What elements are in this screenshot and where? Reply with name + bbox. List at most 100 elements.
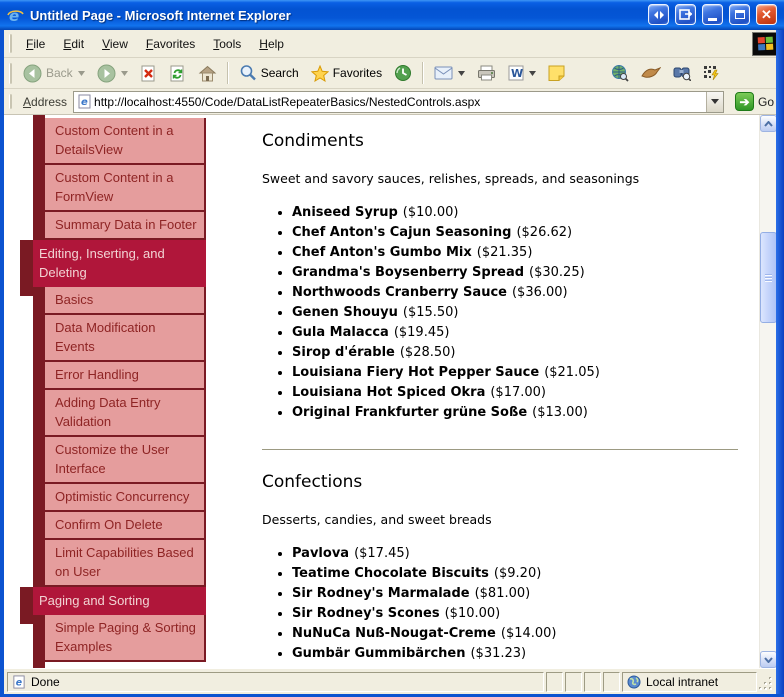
print-button[interactable] [471, 62, 502, 84]
edit-with-word-button[interactable]: W [502, 62, 542, 84]
category-content: Condiments Sweet and savory sauces, reli… [262, 115, 738, 664]
status-bar: e Done Local intranet [4, 668, 776, 694]
edit-dropdown-icon [529, 70, 537, 76]
sidebar-section-header[interactable]: Editing, Inserting, and Deleting [20, 240, 206, 296]
toolbar-grip[interactable] [9, 62, 12, 84]
menu-help[interactable]: Help [250, 33, 293, 55]
product-list: Aniseed Syrup($10.00) Chef Anton's Cajun… [262, 203, 738, 423]
home-button[interactable] [192, 62, 223, 85]
zone-text: Local intranet [646, 674, 719, 689]
find-binoculars-button[interactable] [667, 62, 697, 84]
menu-bar: File Edit View Favorites Tools Help [0, 30, 784, 58]
sidebar-item[interactable]: Optimistic Concurrency [45, 484, 206, 512]
mail-button[interactable] [428, 63, 471, 83]
chevron-up-icon [764, 120, 773, 127]
security-zone-pane: Local intranet [622, 671, 757, 692]
address-input[interactable] [92, 92, 706, 111]
menu-file[interactable]: File [17, 33, 54, 55]
toolbar-grip[interactable] [9, 34, 12, 53]
minimize-icon [708, 18, 717, 21]
forward-button[interactable] [91, 61, 134, 86]
back-dropdown-icon [77, 70, 85, 76]
list-item: NuNuCa Nuß-Nougat-Creme($14.00) [292, 624, 738, 644]
sidebar-item[interactable]: Customize the User Interface [45, 437, 206, 484]
history-icon [395, 65, 412, 81]
lesson-navigation-sidebar: Custom Content in a DetailsView Custom C… [20, 118, 206, 662]
animal-icon [641, 67, 662, 78]
scroll-up-button[interactable] [760, 115, 777, 132]
go-button[interactable]: ➔ Go [730, 92, 779, 111]
menu-view[interactable]: View [93, 33, 137, 55]
minimize-button[interactable] [702, 4, 723, 25]
status-pane [546, 671, 563, 692]
list-item: Genen Shouyu($15.50) [292, 303, 738, 323]
close-button[interactable]: ✕ [756, 4, 777, 25]
forward-dropdown-icon [120, 70, 128, 76]
toolbar-grip[interactable] [9, 94, 12, 109]
resize-grip[interactable] [759, 674, 773, 692]
list-item: Grandma's Boysenberry Spread($30.25) [292, 263, 738, 283]
list-item: Louisiana Hot Spiced Okra($17.00) [292, 383, 738, 403]
svg-text:e: e [16, 677, 22, 688]
sidebar-item[interactable]: Data Modification Events [45, 315, 206, 362]
toolbar-separator [422, 62, 425, 84]
refresh-icon [170, 65, 184, 81]
pan-arrows-button[interactable] [648, 4, 669, 25]
addon-animal-button[interactable] [635, 63, 667, 83]
list-item: Northwoods Cranberry Sauce($36.00) [292, 283, 738, 303]
menu-favorites[interactable]: Favorites [137, 33, 204, 55]
standard-buttons-toolbar: Back Search Favorites W [0, 58, 784, 89]
scroll-down-button[interactable] [760, 651, 777, 668]
refresh-button[interactable] [163, 62, 192, 85]
status-pane [603, 671, 620, 692]
favorites-button[interactable]: Favorites [305, 62, 388, 85]
home-icon [198, 65, 217, 81]
vertical-scrollbar[interactable] [759, 115, 777, 668]
list-item: Pavlova($17.45) [292, 544, 738, 564]
menu-tools[interactable]: Tools [204, 33, 250, 55]
page-favicon: e [78, 94, 91, 109]
maximize-icon [734, 10, 745, 19]
binoculars-icon [673, 67, 692, 81]
sidebar-item[interactable]: Confirm On Delete [45, 512, 206, 540]
messenger-qr-button[interactable] [697, 62, 725, 84]
address-dropdown-button[interactable] [705, 91, 723, 112]
maximize-button[interactable] [729, 4, 750, 25]
search-label: Search [260, 66, 299, 80]
mail-icon [434, 66, 453, 80]
history-button[interactable] [388, 61, 418, 85]
stop-icon [141, 65, 155, 81]
window-title: Untitled Page - Microsoft Internet Explo… [30, 7, 291, 23]
section-divider [262, 449, 738, 450]
back-button[interactable]: Back [17, 61, 91, 86]
window-export-button[interactable] [675, 4, 696, 25]
list-item: Aniseed Syrup($10.00) [292, 203, 738, 223]
list-item: Sir Rodney's Marmalade($81.00) [292, 584, 738, 604]
window-border-right [776, 30, 784, 697]
svg-text:e: e [81, 97, 88, 108]
sidebar-item[interactable]: Simple Paging & Sorting Examples [45, 615, 206, 662]
sidebar-item[interactable]: Limit Capabilities Based on User [45, 540, 206, 587]
sidebar-item[interactable]: Adding Data Entry Validation [45, 390, 206, 437]
windows-logo-throbber [752, 31, 778, 56]
back-label: Back [46, 66, 73, 80]
favorites-star-icon [310, 64, 329, 82]
search-button[interactable]: Search [233, 61, 305, 85]
menu-edit[interactable]: Edit [54, 33, 93, 55]
list-item: Original Frankfurter grüne Soße($13.00) [292, 403, 738, 423]
status-message-pane: e Done [7, 671, 544, 692]
sidebar-item[interactable]: Custom Content in a FormView [45, 165, 206, 212]
stop-button[interactable] [134, 62, 163, 85]
sidebar-item[interactable]: Summary Data in Footer [45, 212, 206, 240]
research-globe-button[interactable] [605, 61, 635, 85]
sidebar-item[interactable]: Error Handling [45, 362, 206, 390]
product-list: Pavlova($17.45) Teatime Chocolate Biscui… [262, 544, 738, 664]
title-bar[interactable]: e Untitled Page - Microsoft Internet Exp… [0, 0, 784, 30]
sidebar-item[interactable]: Custom Content in a DetailsView [45, 118, 206, 165]
sidebar-section-header[interactable]: Paging and Sorting [20, 587, 206, 624]
notes-button[interactable] [542, 62, 571, 84]
search-icon [240, 65, 256, 81]
sidebar-item[interactable]: Basics [45, 287, 206, 315]
scrollbar-thumb[interactable] [760, 232, 777, 323]
back-icon [23, 64, 42, 82]
